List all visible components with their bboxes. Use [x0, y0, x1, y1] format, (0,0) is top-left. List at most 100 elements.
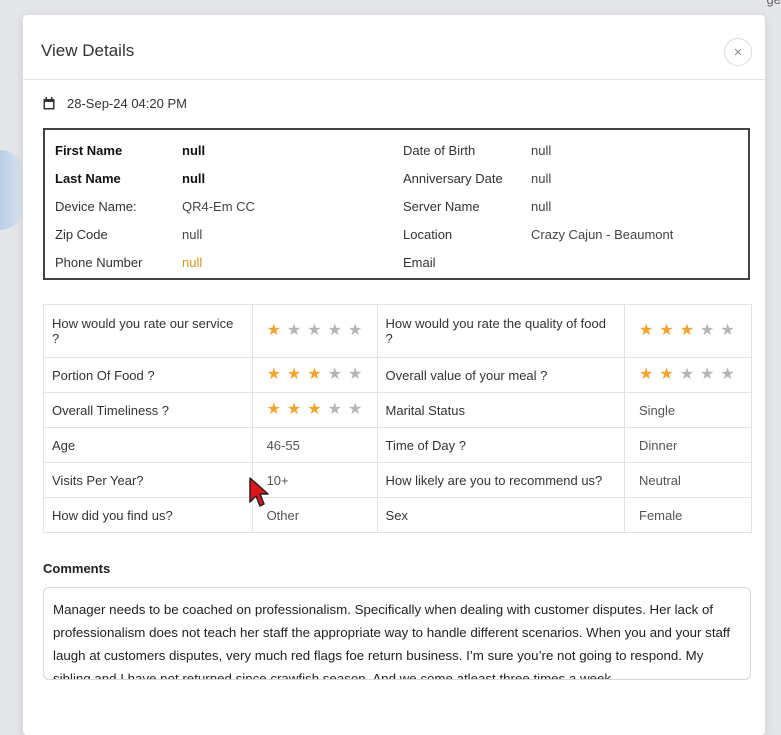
comments-label: Comments	[43, 561, 111, 576]
question-sex: Sex	[376, 497, 626, 533]
star-icon: ★	[639, 322, 654, 339]
question-timeliness: Overall Timeliness ?	[43, 392, 253, 428]
info-row: Zip Code	[55, 220, 108, 248]
star-icon: ★	[286, 401, 302, 418]
customer-info-box: First Name null Last Name null Device Na…	[43, 128, 750, 280]
star-icon: ★	[266, 401, 281, 418]
rating-stars: ★ ★ ★ ★ ★	[624, 304, 752, 358]
phone-number-value: null	[182, 254, 203, 270]
survey-ratings-table: How would you rate our service ? ★ ★ ★ ★ ★ H…	[43, 304, 752, 533]
last-name-value: null	[182, 170, 206, 186]
info-row: Date of Birth	[403, 136, 475, 164]
location-label: Location	[403, 226, 453, 242]
table-row: Portion Of Food ? ★ ★ ★ ★ ★ Overall value of…	[43, 357, 752, 393]
modal-title: View Details	[41, 41, 135, 60]
star-icon: ★	[659, 322, 674, 339]
view-details-modal: View Details × 28-Sep-24 04:20 PM First …	[23, 15, 765, 735]
info-row: null	[531, 164, 551, 192]
zip-code-label: Zip Code	[55, 226, 108, 242]
info-row: null	[182, 248, 202, 276]
device-name-label: Device Name:	[55, 198, 137, 214]
question-marital-status: Marital Status	[376, 392, 626, 428]
date-of-birth-label: Date of Birth	[403, 142, 476, 158]
star-rating: ★ ★ ★ ★ ★	[267, 367, 363, 383]
answer-time-of-day: Dinner	[624, 427, 752, 463]
question-age: Age	[43, 427, 253, 463]
star-icon: ★	[327, 366, 342, 383]
calendar-icon	[43, 97, 55, 110]
star-rating: ★ ★ ★ ★ ★	[267, 323, 363, 339]
server-name-label: Server Name	[403, 198, 480, 214]
table-row: Overall Timeliness ? ★ ★ ★ ★ ★ Marital Statu…	[43, 392, 752, 428]
question-visits: Visits Per Year?	[43, 462, 253, 498]
info-row: Email	[403, 248, 436, 276]
star-icon: ★	[307, 366, 322, 383]
info-row: null	[182, 220, 202, 248]
star-icon: ★	[347, 366, 363, 383]
background-text: ge	[767, 0, 781, 7]
comments-text: Manager needs to be coached on professio…	[43, 587, 751, 680]
question-value: Overall value of your meal ?	[376, 357, 626, 393]
info-row: Last Name	[55, 164, 121, 192]
rating-stars: ★ ★ ★ ★ ★	[251, 392, 378, 428]
table-row: Age 46-55 Time of Day ? Dinner	[43, 427, 752, 463]
info-row: Phone Number	[55, 248, 142, 276]
last-name-label: Last Name	[55, 170, 121, 186]
anniversary-date-value: null	[531, 170, 552, 186]
zip-code-value: null	[182, 226, 203, 242]
info-row: null	[531, 192, 551, 220]
star-icon: ★	[700, 366, 715, 383]
answer-recommend: Neutral	[624, 462, 752, 498]
star-icon: ★	[659, 366, 674, 383]
first-name-value: null	[182, 142, 206, 158]
anniversary-date-label: Anniversary Date	[403, 170, 503, 186]
modal-header: View Details ×	[23, 15, 765, 80]
info-row: Anniversary Date	[403, 164, 503, 192]
date-of-birth-value: null	[531, 142, 552, 158]
email-label: Email	[403, 254, 436, 270]
mouse-cursor-icon	[249, 477, 269, 507]
question-food-quality: How would you rate the quality of food ?	[376, 304, 626, 358]
info-row: Crazy Cajun - Beaumont	[531, 220, 673, 248]
star-icon: ★	[347, 401, 363, 418]
question-time-of-day: Time of Day ?	[376, 427, 626, 463]
question-portion: Portion Of Food ?	[43, 357, 253, 393]
star-icon: ★	[679, 366, 695, 383]
info-row: First Name	[55, 136, 122, 164]
star-icon: ★	[327, 401, 342, 418]
star-icon: ★	[307, 401, 322, 418]
star-rating: ★ ★ ★ ★ ★	[639, 323, 735, 339]
star-icon: ★	[720, 322, 735, 339]
device-name-value: QR4-Em CC	[182, 198, 255, 214]
star-icon: ★	[720, 366, 735, 383]
question-service: How would you rate our service ?	[43, 304, 253, 358]
answer-sex: Female	[624, 497, 752, 533]
info-row: null	[531, 136, 551, 164]
star-icon: ★	[327, 322, 342, 339]
info-row: null	[182, 164, 205, 192]
star-icon: ★	[266, 366, 281, 383]
close-button[interactable]: ×	[724, 38, 752, 66]
info-row: Location	[403, 220, 452, 248]
question-find-us: How did you find us?	[43, 497, 253, 533]
star-icon: ★	[639, 366, 654, 383]
rating-stars: ★ ★ ★ ★ ★	[624, 357, 752, 393]
background-shape	[0, 150, 24, 230]
answer-marital-status: Single	[624, 392, 752, 428]
star-icon: ★	[286, 322, 302, 339]
table-row: Visits Per Year? 10+ How likely are you …	[43, 462, 752, 498]
table-row: How did you find us? Other Sex Female	[43, 497, 752, 533]
rating-stars: ★ ★ ★ ★ ★	[251, 304, 378, 358]
info-row: Server Name	[403, 192, 480, 220]
star-icon: ★	[679, 322, 695, 339]
answer-age: 46-55	[251, 427, 378, 463]
first-name-label: First Name	[55, 142, 123, 158]
star-icon: ★	[347, 322, 363, 339]
location-value: Crazy Cajun - Beaumont	[531, 226, 674, 242]
info-row: null	[182, 136, 205, 164]
server-name-value: null	[531, 198, 552, 214]
star-rating: ★ ★ ★ ★ ★	[639, 367, 735, 383]
star-rating: ★ ★ ★ ★ ★	[267, 402, 363, 418]
star-icon: ★	[307, 322, 322, 339]
date-row: 28-Sep-24 04:20 PM	[43, 96, 187, 111]
